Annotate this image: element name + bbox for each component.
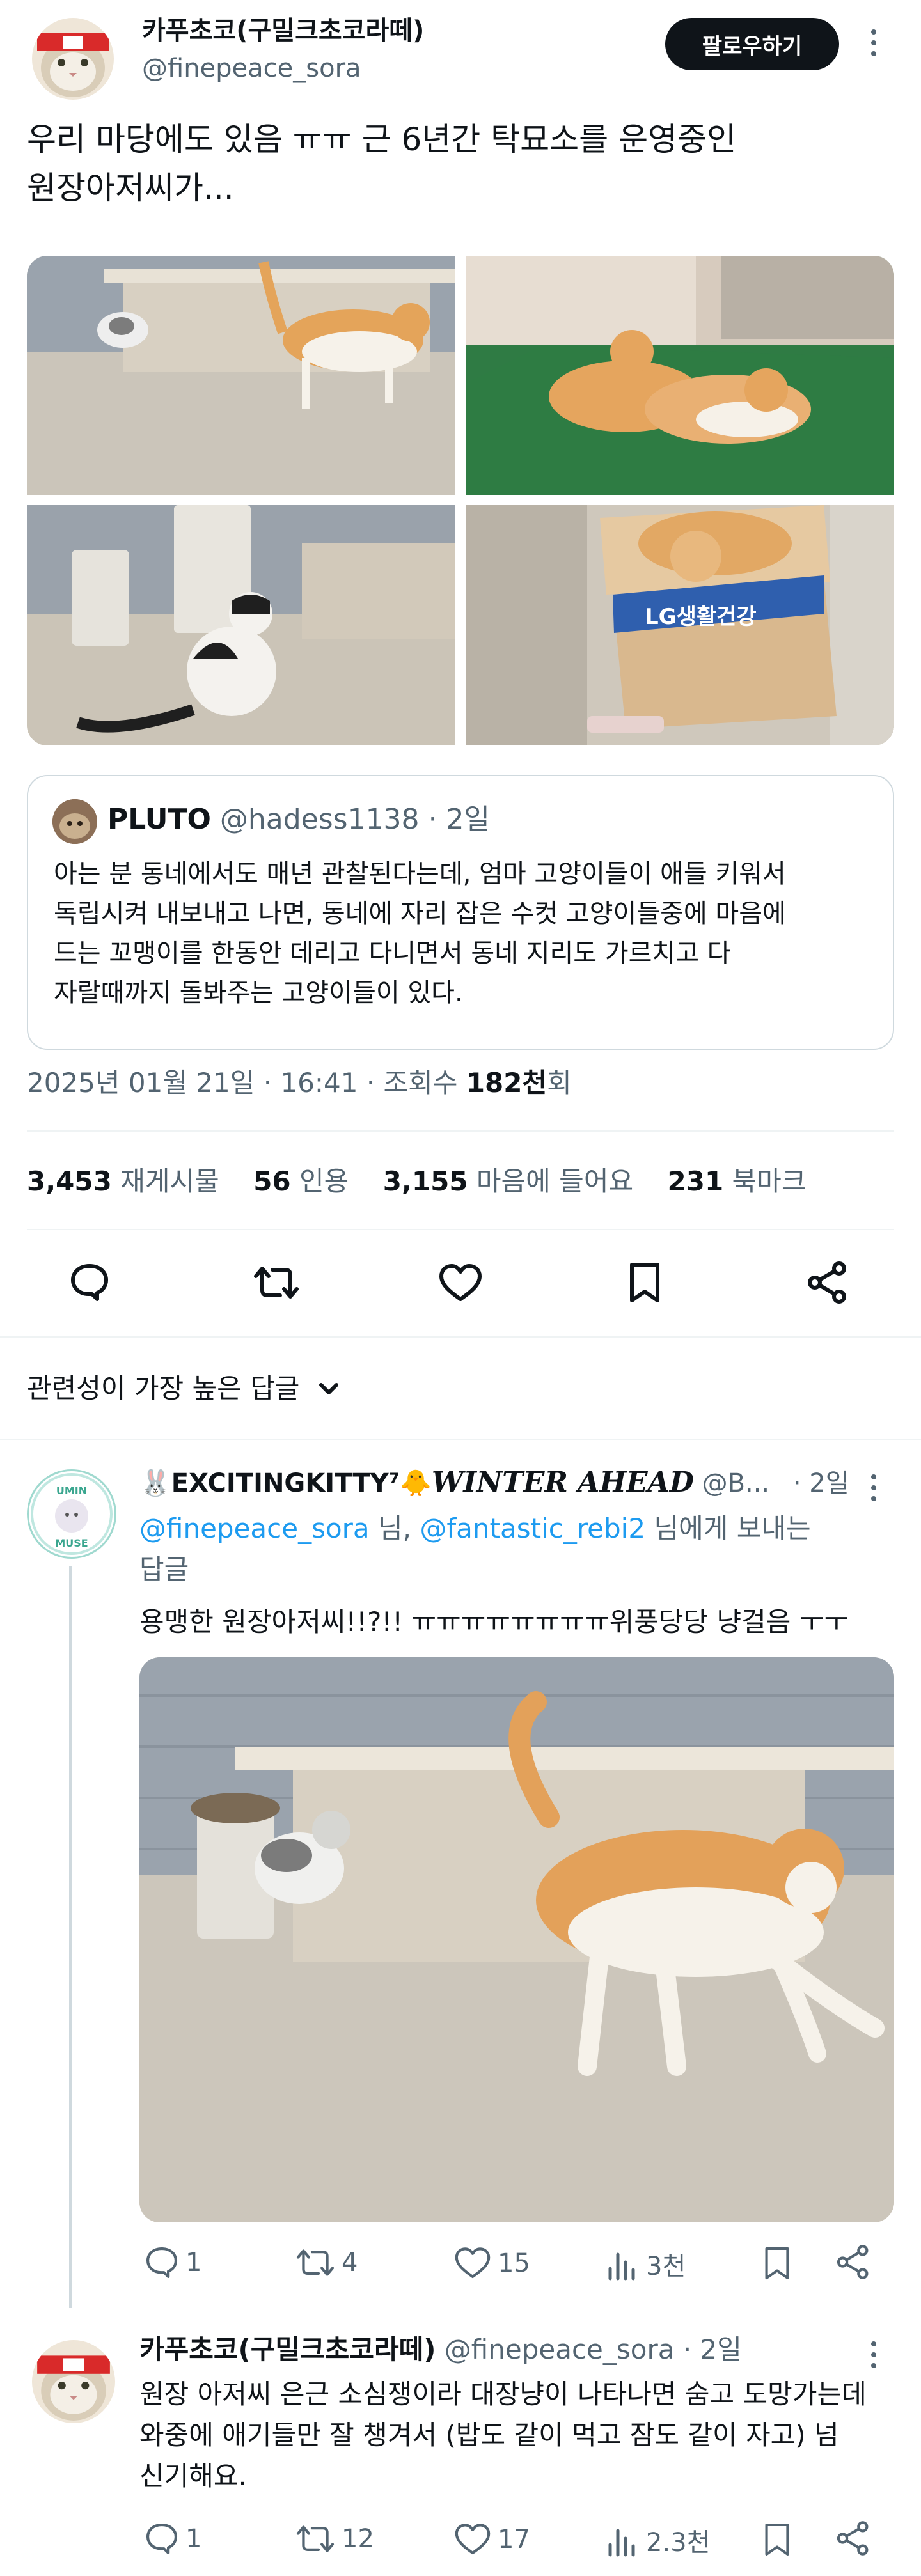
metric-likes[interactable]: 3,155 마음에 들어요: [383, 1166, 633, 1197]
metric-quotes[interactable]: 56 인용: [253, 1166, 349, 1197]
post-metrics: 3,453 재게시물 56 인용 3,155 마음에 들어요 231 북마크: [27, 1162, 806, 1201]
photo-cats-walking[interactable]: [27, 256, 455, 495]
reply2-time: · 2일: [682, 2334, 742, 2365]
quote-text-line2: 독립시켜 내보내고 나면, 동네에 자리 잡은 수컷 고양이들중에 마음에: [54, 899, 786, 928]
reply1-like-count: 15: [498, 2249, 530, 2278]
speech-bubble-icon: [146, 2247, 178, 2279]
reply2-repost-button[interactable]: 12: [295, 2522, 374, 2556]
reply2-text-line2: 와중에 애기들만 잘 챙겨서 (밥도 같이 먹고 잠도 같이 자고) 넘: [139, 2419, 839, 2451]
reply1-avatar[interactable]: UMIN MUSE: [27, 1469, 116, 1559]
photo-black-white-cat[interactable]: [27, 505, 455, 745]
reply2-like-button[interactable]: 17: [454, 2523, 530, 2556]
reply1-time: · 2일: [792, 1469, 849, 1498]
replies-sort-dropdown[interactable]: 관련성이 가장 높은 답글: [27, 1370, 342, 1408]
reply1-author-name-suffix[interactable]: WINTER AHEAD: [432, 1466, 694, 1499]
reply1-like-button[interactable]: 15: [454, 2247, 530, 2280]
metric-bookmarks[interactable]: 231 북마크: [668, 1166, 807, 1197]
author-name[interactable]: 카푸초코(구밀크초코라떼): [142, 14, 424, 47]
share-icon[interactable]: [806, 1261, 849, 1304]
reply1-author-name-prefix[interactable]: 🐰EXCITINGKITTY⁷🐥: [139, 1469, 432, 1498]
reply2-like-count: 17: [498, 2525, 530, 2554]
reply1-mention-2[interactable]: @fantastic_rebi2: [420, 1513, 645, 1544]
divider: [27, 1130, 894, 1132]
photo-cat-in-box[interactable]: LG생활건강: [466, 505, 894, 745]
repost-arrows-icon: [296, 2525, 335, 2552]
speech-bubble-icon[interactable]: [69, 1262, 110, 1303]
chevron-down-icon: [319, 1383, 339, 1394]
quote-author-avatar: [52, 799, 97, 844]
post-views-suffix: 회: [547, 1067, 572, 1098]
heart-icon[interactable]: [439, 1263, 482, 1303]
reply1-handle[interactable]: @B...: [702, 1469, 770, 1498]
reply2-reply-button[interactable]: 1: [145, 2522, 201, 2556]
divider: [0, 1439, 921, 1440]
replies-sort-label: 관련성이 가장 높은 답글: [27, 1373, 300, 1404]
share-icon[interactable]: [835, 2244, 871, 2283]
photo-cats-sleeping[interactable]: [466, 256, 894, 495]
reply2-views-button[interactable]: 2.3천: [605, 2522, 710, 2559]
reply2-reply-count: 1: [185, 2524, 202, 2554]
reply2-avatar[interactable]: [32, 2340, 115, 2423]
reply1-reply-button[interactable]: 1: [145, 2245, 201, 2280]
quote-author-name: PLUTO: [107, 803, 211, 836]
share-icon[interactable]: [835, 2520, 871, 2559]
reply2-text-line1: 원장 아저씨 은근 소심쟁이라 대장냥이 나타나면 숨고 도망가는데: [139, 2378, 867, 2410]
post-timestamp[interactable]: 2025년 01월 21일 · 16:41 · 조회수 182천회: [27, 1064, 572, 1102]
speech-bubble-icon: [146, 2523, 178, 2555]
follow-button-label: 팔로우하기: [702, 33, 803, 59]
reply1-photo[interactable]: [139, 1657, 894, 2222]
more-vertical-icon[interactable]: [871, 29, 878, 62]
quote-text-line1: 아는 분 동네에서도 매년 관찰된다는데, 엄마 고양이들이 애들 키워서: [54, 859, 786, 889]
author-handle[interactable]: @finepeace_sora: [142, 52, 361, 84]
quote-time: · 2일: [428, 803, 491, 836]
reply2-views-count: 2.3천: [646, 2528, 711, 2557]
more-vertical-icon[interactable]: [871, 2341, 878, 2374]
reply1-text: 용맹한 원장아저씨!!?!! ㅠㅠㅠㅠㅠㅠㅠㅠ위풍당당 냥걸음 ㅜㅜ: [139, 1606, 849, 1637]
reply2-handle[interactable]: @finepeace_sora: [445, 2334, 675, 2365]
reply1-reply-count: 1: [185, 2248, 202, 2277]
quoted-tweet[interactable]: PLUTO @hadess1138 · 2일 아는 분 동네에서도 매년 관찰된…: [27, 775, 894, 1050]
reply1-mention-1[interactable]: @finepeace_sora: [139, 1513, 370, 1544]
divider: [0, 1336, 921, 1338]
reply2-text-line3: 신기해요.: [139, 2460, 247, 2492]
reply1-replying-to: @finepeace_sora 님, @fantastic_rebi2 님에게 …: [139, 1513, 811, 1544]
post-timestamp-text: 2025년 01월 21일 · 16:41 · 조회수: [27, 1067, 466, 1098]
more-vertical-icon[interactable]: [871, 1474, 878, 1507]
bookmark-icon[interactable]: [762, 2522, 792, 2560]
reply2-author-name[interactable]: 카푸초코(구밀크초코라떼): [139, 2334, 436, 2365]
reply1-repost-button[interactable]: 4: [295, 2245, 358, 2280]
bookmark-icon[interactable]: [627, 1261, 663, 1304]
heart-icon: [455, 2247, 491, 2279]
heart-icon: [455, 2524, 491, 2555]
bar-chart-icon: [608, 2529, 635, 2557]
reply1-repost-count: 4: [342, 2248, 358, 2277]
post-text-line1: 우리 마당에도 있음 ㅠㅠ 근 6년간 탁묘소를 운영중인: [27, 121, 737, 158]
metric-reposts[interactable]: 3,453 재게시물: [27, 1166, 219, 1197]
box-label: LG생활건강: [645, 604, 757, 630]
post-views-count: 182천: [466, 1067, 547, 1098]
repost-arrows-icon[interactable]: [253, 1262, 299, 1303]
reply1-views-count: 3천: [646, 2252, 686, 2281]
reply-thread-line: [69, 1566, 72, 2308]
author-avatar[interactable]: [32, 18, 114, 100]
quote-author-handle: @hadess1138: [219, 803, 420, 836]
follow-button[interactable]: 팔로우하기: [665, 18, 839, 70]
bar-chart-icon: [608, 2252, 635, 2281]
avatar-text-bottom: MUSE: [55, 1537, 88, 1549]
reply1-views-button[interactable]: 3천: [605, 2245, 686, 2283]
repost-arrows-icon: [296, 2249, 335, 2276]
photo-grid: LG생활건강: [27, 256, 894, 745]
quote-text-line4: 자랄때까지 돌봐주는 고양이들이 있다.: [54, 978, 463, 1008]
bookmark-icon[interactable]: [762, 2245, 792, 2284]
divider: [27, 1229, 894, 1230]
reply1-replying-to-line2: 답글: [139, 1554, 189, 1585]
post-text-line2: 원장아저씨가...: [27, 169, 234, 207]
reply2-repost-count: 12: [342, 2524, 374, 2554]
avatar-text-top: UMIN: [56, 1485, 87, 1497]
quote-text-line3: 드는 꼬맹이를 한동안 데리고 다니면서 동네 지리도 가르치고 다: [54, 939, 731, 968]
